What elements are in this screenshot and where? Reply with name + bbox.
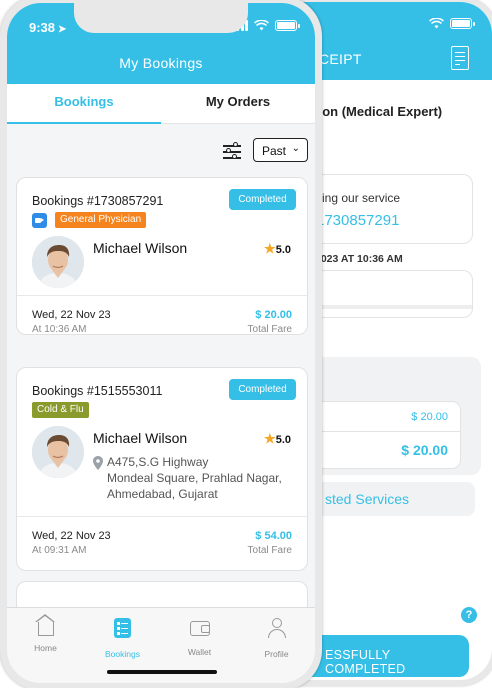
- doctor-name: Michael Wilson: [93, 430, 188, 446]
- bookings-icon: [114, 618, 131, 638]
- nav-home-label: Home: [34, 643, 57, 653]
- nav-bookings-label: Bookings: [105, 649, 140, 659]
- address-line: A475,S.G Highway: [107, 455, 209, 469]
- doctor-rating: ★5.0: [264, 431, 291, 447]
- doctor-avatar: [32, 426, 84, 478]
- booking-id: Bookings #1515553011: [32, 384, 163, 398]
- video-call-icon: [32, 213, 47, 228]
- wifi-icon: [429, 18, 444, 29]
- nav-wallet-label: Wallet: [187, 647, 212, 657]
- app-preview: CEIPT son (Medical Expert) sing our serv…: [0, 0, 492, 688]
- total-fare-label: Total Fare: [247, 324, 292, 335]
- receipt-status-icons: [429, 18, 475, 29]
- tab-my-orders[interactable]: My Orders: [161, 94, 315, 109]
- rating-value: 5.0: [275, 434, 291, 446]
- period-select-value: Past: [262, 144, 287, 158]
- doctor-avatar: [32, 236, 84, 288]
- page-title: My Bookings: [119, 55, 203, 71]
- booking-date: Wed, 22 Nov 23: [32, 309, 111, 321]
- booking-tabs: Bookings My Orders: [7, 84, 315, 124]
- total-fare-label: Total Fare: [247, 545, 292, 556]
- nav-profile[interactable]: Profile: [238, 618, 315, 659]
- location-arrow-icon: ➤: [58, 24, 67, 35]
- battery-icon: [450, 18, 475, 29]
- status-badge: Completed: [229, 379, 296, 400]
- wifi-icon: [254, 20, 269, 31]
- star-icon: ★: [264, 241, 276, 256]
- tab-bookings[interactable]: Bookings: [7, 94, 161, 109]
- booking-id: Bookings #1730857291: [32, 194, 164, 208]
- suggested-services-label: sted Services: [325, 491, 410, 507]
- nav-wallet[interactable]: Wallet: [161, 618, 238, 657]
- amount-row: $ 20.00: [411, 411, 448, 423]
- filter-sliders-icon[interactable]: [223, 142, 241, 160]
- clinic-address: A475,S.G Highway Mondeal Square, Prahlad…: [107, 454, 282, 502]
- profile-icon: [267, 618, 287, 638]
- phone-notch: [74, 3, 248, 33]
- wallet-icon: [189, 621, 210, 636]
- doctor-rating: ★5.0: [264, 241, 291, 257]
- amount-total: $ 20.00: [401, 442, 448, 458]
- total-fare: $ 20.00: [255, 309, 292, 321]
- specialty-tag: Cold & Flu: [32, 402, 89, 418]
- nav-profile-label: Profile: [264, 649, 289, 659]
- status-badge: Completed: [229, 189, 296, 210]
- booking-card[interactable]: Bookings #1515553011 Completed Cold & Fl…: [16, 367, 308, 571]
- status-time: 9:38 ➤: [29, 20, 66, 35]
- address-line: Mondeal Square, Prahlad Nagar,: [107, 471, 282, 485]
- bookings-screen: 9:38 ➤ My Bookings Bookings My Orders Pa…: [7, 3, 315, 683]
- address-line: Ahmedabad, Gujarat: [107, 487, 218, 501]
- receipt-datetime: 2023 AT 10:36 AM: [315, 253, 403, 265]
- booking-time: At 09:31 AM: [32, 545, 87, 556]
- doctor-name: Michael Wilson: [93, 240, 188, 256]
- booking-card[interactable]: Bookings #1730857291 Completed General P…: [16, 177, 308, 335]
- star-icon: ★: [264, 431, 276, 446]
- receipt-booking-id: 1730857291: [316, 212, 400, 229]
- bookings-phone-frame: 9:38 ➤ My Bookings Bookings My Orders Pa…: [0, 0, 322, 688]
- thanks-text: sing our service: [316, 191, 401, 205]
- nav-home[interactable]: Home: [7, 614, 84, 653]
- total-fare: $ 54.00: [255, 530, 292, 542]
- home-icon: [34, 614, 55, 636]
- nav-bookings[interactable]: Bookings: [84, 618, 161, 659]
- specialty-tag: General Physician: [55, 212, 147, 228]
- chevron-down-icon: ⌄: [291, 143, 300, 154]
- completed-label: ESSFULLY COMPLETED: [325, 648, 406, 676]
- rating-value: 5.0: [275, 244, 291, 256]
- home-indicator: [107, 670, 217, 674]
- booking-date: Wed, 22 Nov 23: [32, 530, 111, 542]
- active-tab-indicator: [7, 122, 161, 124]
- receipt-icon[interactable]: [451, 46, 469, 70]
- period-select[interactable]: Past ⌄: [253, 138, 308, 162]
- receipt-title: CEIPT: [319, 51, 362, 67]
- status-time-text: 9:38: [29, 20, 56, 35]
- location-pin-icon: [93, 456, 103, 470]
- receipt-doctor-name: son (Medical Expert): [315, 104, 443, 119]
- help-icon[interactable]: ?: [461, 607, 477, 623]
- booking-time: At 10:36 AM: [32, 324, 87, 335]
- battery-icon: [275, 20, 300, 31]
